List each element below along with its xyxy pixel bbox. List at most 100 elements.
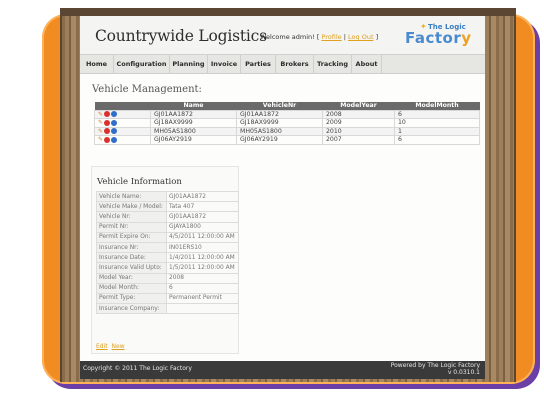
table-row[interactable]: ✎ MH05AS1800 MH05AS1800 2010 1 bbox=[94, 126, 480, 136]
table-row[interactable]: ✎ GJ06AY2919 GJ06AY2919 2007 6 bbox=[94, 135, 480, 145]
info-value: GJ01AA1872 bbox=[166, 211, 239, 223]
info-value: 2008 bbox=[166, 272, 239, 284]
logo-main-b: y bbox=[461, 29, 472, 47]
delete-icon[interactable] bbox=[104, 128, 111, 134]
new-link[interactable]: New bbox=[112, 343, 125, 350]
row-actions: ✎ bbox=[94, 109, 151, 119]
info-row: Model Month: 6 bbox=[96, 282, 239, 294]
info-row: Vehicle Name: GJ01AA1872 bbox=[96, 190, 239, 203]
info-row: Vehicle Make / Model: Tata 407 bbox=[96, 201, 239, 213]
version-text: v 0.0310.1 bbox=[447, 369, 480, 376]
pencil-icon[interactable]: ✎ bbox=[98, 111, 103, 118]
nav-parties[interactable]: Parties bbox=[241, 55, 276, 74]
info-label: Vehicle Make / Model: bbox=[96, 201, 167, 213]
cell-name: MH05AS1800 bbox=[150, 126, 237, 136]
grid-header-modelyear[interactable]: ModelYear bbox=[322, 102, 395, 110]
edit-link[interactable]: Edit bbox=[96, 343, 108, 350]
profile-link[interactable]: Profile bbox=[321, 33, 341, 41]
cell-vehiclenr: MH05AS1800 bbox=[236, 126, 323, 136]
cell-name: GJ01AA1872 bbox=[150, 109, 237, 119]
info-value: GJAYA1800 bbox=[166, 221, 239, 233]
info-label: Model Year: bbox=[96, 272, 167, 284]
row-actions: ✎ bbox=[94, 126, 151, 136]
header: Countrywide Logistics Welcome admin! [ P… bbox=[80, 16, 485, 54]
info-label: Permit Expire On: bbox=[96, 231, 167, 243]
pencil-icon[interactable]: ✎ bbox=[98, 119, 103, 126]
info-row: Insurance Valid Upto: 1/5/2011 12:00:00 A… bbox=[96, 262, 239, 274]
info-label: Permit Type: bbox=[96, 292, 167, 305]
row-actions: ✎ bbox=[94, 135, 151, 145]
delete-icon[interactable] bbox=[104, 111, 111, 117]
info-label: Vehicle Nr: bbox=[96, 211, 167, 223]
info-row: Insurance Company: bbox=[96, 303, 239, 315]
powered-by: Powered by The Logic Factory v 0.0310.1 bbox=[391, 362, 480, 376]
info-value: 1/5/2011 12:00:00 AM bbox=[166, 262, 239, 274]
cell-modelyear: 2010 bbox=[322, 126, 395, 136]
welcome-text: Welcome admin! [ Profile | Log Out ] bbox=[260, 33, 378, 41]
info-row: Permit Nr: GJAYA1800 bbox=[96, 221, 239, 233]
info-value: 4/5/2011 12:00:00 AM bbox=[166, 231, 239, 243]
vehicle-info-title: Vehicle Information bbox=[97, 177, 182, 187]
info-actions: Edit New bbox=[96, 343, 127, 350]
info-value: IN01ERS10 bbox=[166, 241, 239, 254]
nav-tracking[interactable]: Tracking bbox=[314, 55, 352, 74]
nav-brokers[interactable]: Brokers bbox=[276, 55, 314, 74]
info-icon[interactable] bbox=[111, 136, 118, 143]
table-row[interactable]: ✎ GJ18AX9999 GJ18AX9999 2009 10 bbox=[94, 118, 480, 128]
cell-name: GJ18AX9999 bbox=[150, 118, 237, 128]
cell-vehiclenr: GJ18AX9999 bbox=[236, 118, 323, 128]
delete-icon[interactable] bbox=[104, 119, 111, 126]
nav-home[interactable]: Home bbox=[80, 55, 114, 74]
page-title: Vehicle Management: bbox=[92, 84, 202, 95]
nav-about[interactable]: About bbox=[352, 55, 382, 74]
info-icon[interactable] bbox=[111, 119, 118, 126]
cell-modelyear: 2009 bbox=[322, 118, 395, 128]
logo: ✦ The Logic Factory bbox=[403, 22, 479, 48]
grid-header-vehiclenr[interactable]: VehicleNr bbox=[236, 102, 323, 110]
cell-vehiclenr: GJ01AA1872 bbox=[236, 109, 323, 119]
cell-modelmonth: 1 bbox=[394, 126, 480, 136]
pencil-icon[interactable]: ✎ bbox=[98, 128, 103, 135]
vehicle-info-table: Vehicle Name: GJ01AA1872 Vehicle Make / M… bbox=[96, 190, 239, 315]
logo-main-a: Factor bbox=[405, 29, 462, 47]
table-row[interactable]: ✎ GJ01AA1872 GJ01AA1872 2008 6 bbox=[94, 109, 480, 119]
welcome-label: Welcome admin! [ bbox=[260, 33, 320, 41]
cell-name: GJ06AY2919 bbox=[150, 135, 237, 145]
info-row: Insurance Date: 1/4/2011 12:00:00 AM bbox=[96, 252, 239, 264]
cell-modelyear: 2007 bbox=[322, 135, 395, 145]
info-icon[interactable] bbox=[111, 111, 118, 117]
delete-icon[interactable] bbox=[104, 136, 111, 143]
pencil-icon[interactable]: ✎ bbox=[98, 136, 103, 143]
cell-modelmonth: 10 bbox=[394, 118, 480, 128]
nav-planning[interactable]: Planning bbox=[170, 55, 208, 74]
info-label: Vehicle Name: bbox=[96, 190, 167, 203]
info-label: Permit Nr: bbox=[96, 221, 167, 233]
cell-modelyear: 2008 bbox=[322, 109, 395, 119]
logo-main-text: Factory bbox=[405, 29, 472, 47]
info-value: 6 bbox=[166, 282, 239, 294]
info-value: Tata 407 bbox=[166, 201, 239, 213]
footer: Copyright © 2011 The Logic Factory Power… bbox=[80, 361, 485, 379]
main-nav: Home Configuration Planning Invoice Part… bbox=[80, 54, 485, 74]
nav-invoice[interactable]: Invoice bbox=[208, 55, 241, 74]
cell-modelmonth: 6 bbox=[394, 109, 480, 119]
vehicle-info-panel: Vehicle Information Vehicle Name: GJ01AA1… bbox=[91, 166, 239, 354]
info-value: Permanent Permit bbox=[166, 292, 239, 305]
grid-header-modelmonth[interactable]: ModelMonth bbox=[394, 102, 480, 110]
powered-text: Powered by The Logic Factory bbox=[390, 362, 480, 369]
info-value: GJ01AA1872 bbox=[166, 190, 239, 203]
wood-shelf bbox=[60, 8, 516, 16]
welcome-end: ] bbox=[375, 33, 379, 41]
cell-vehiclenr: GJ06AY2919 bbox=[236, 135, 323, 145]
copyright-text: Copyright © 2011 The Logic Factory bbox=[83, 365, 192, 372]
info-label: Insurance Date: bbox=[96, 252, 167, 264]
info-row: Model Year: 2008 bbox=[96, 272, 239, 284]
info-label: Insurance Valid Upto: bbox=[96, 262, 167, 274]
logout-link[interactable]: Log Out bbox=[348, 33, 373, 41]
info-icon[interactable] bbox=[111, 128, 118, 134]
nav-configuration[interactable]: Configuration bbox=[114, 55, 170, 74]
grid-header-name[interactable]: Name bbox=[150, 102, 237, 110]
grid-header-row: Name VehicleNr ModelYear ModelMonth bbox=[94, 102, 480, 110]
info-value bbox=[166, 303, 239, 315]
info-label: Insurance Nr: bbox=[96, 241, 167, 254]
